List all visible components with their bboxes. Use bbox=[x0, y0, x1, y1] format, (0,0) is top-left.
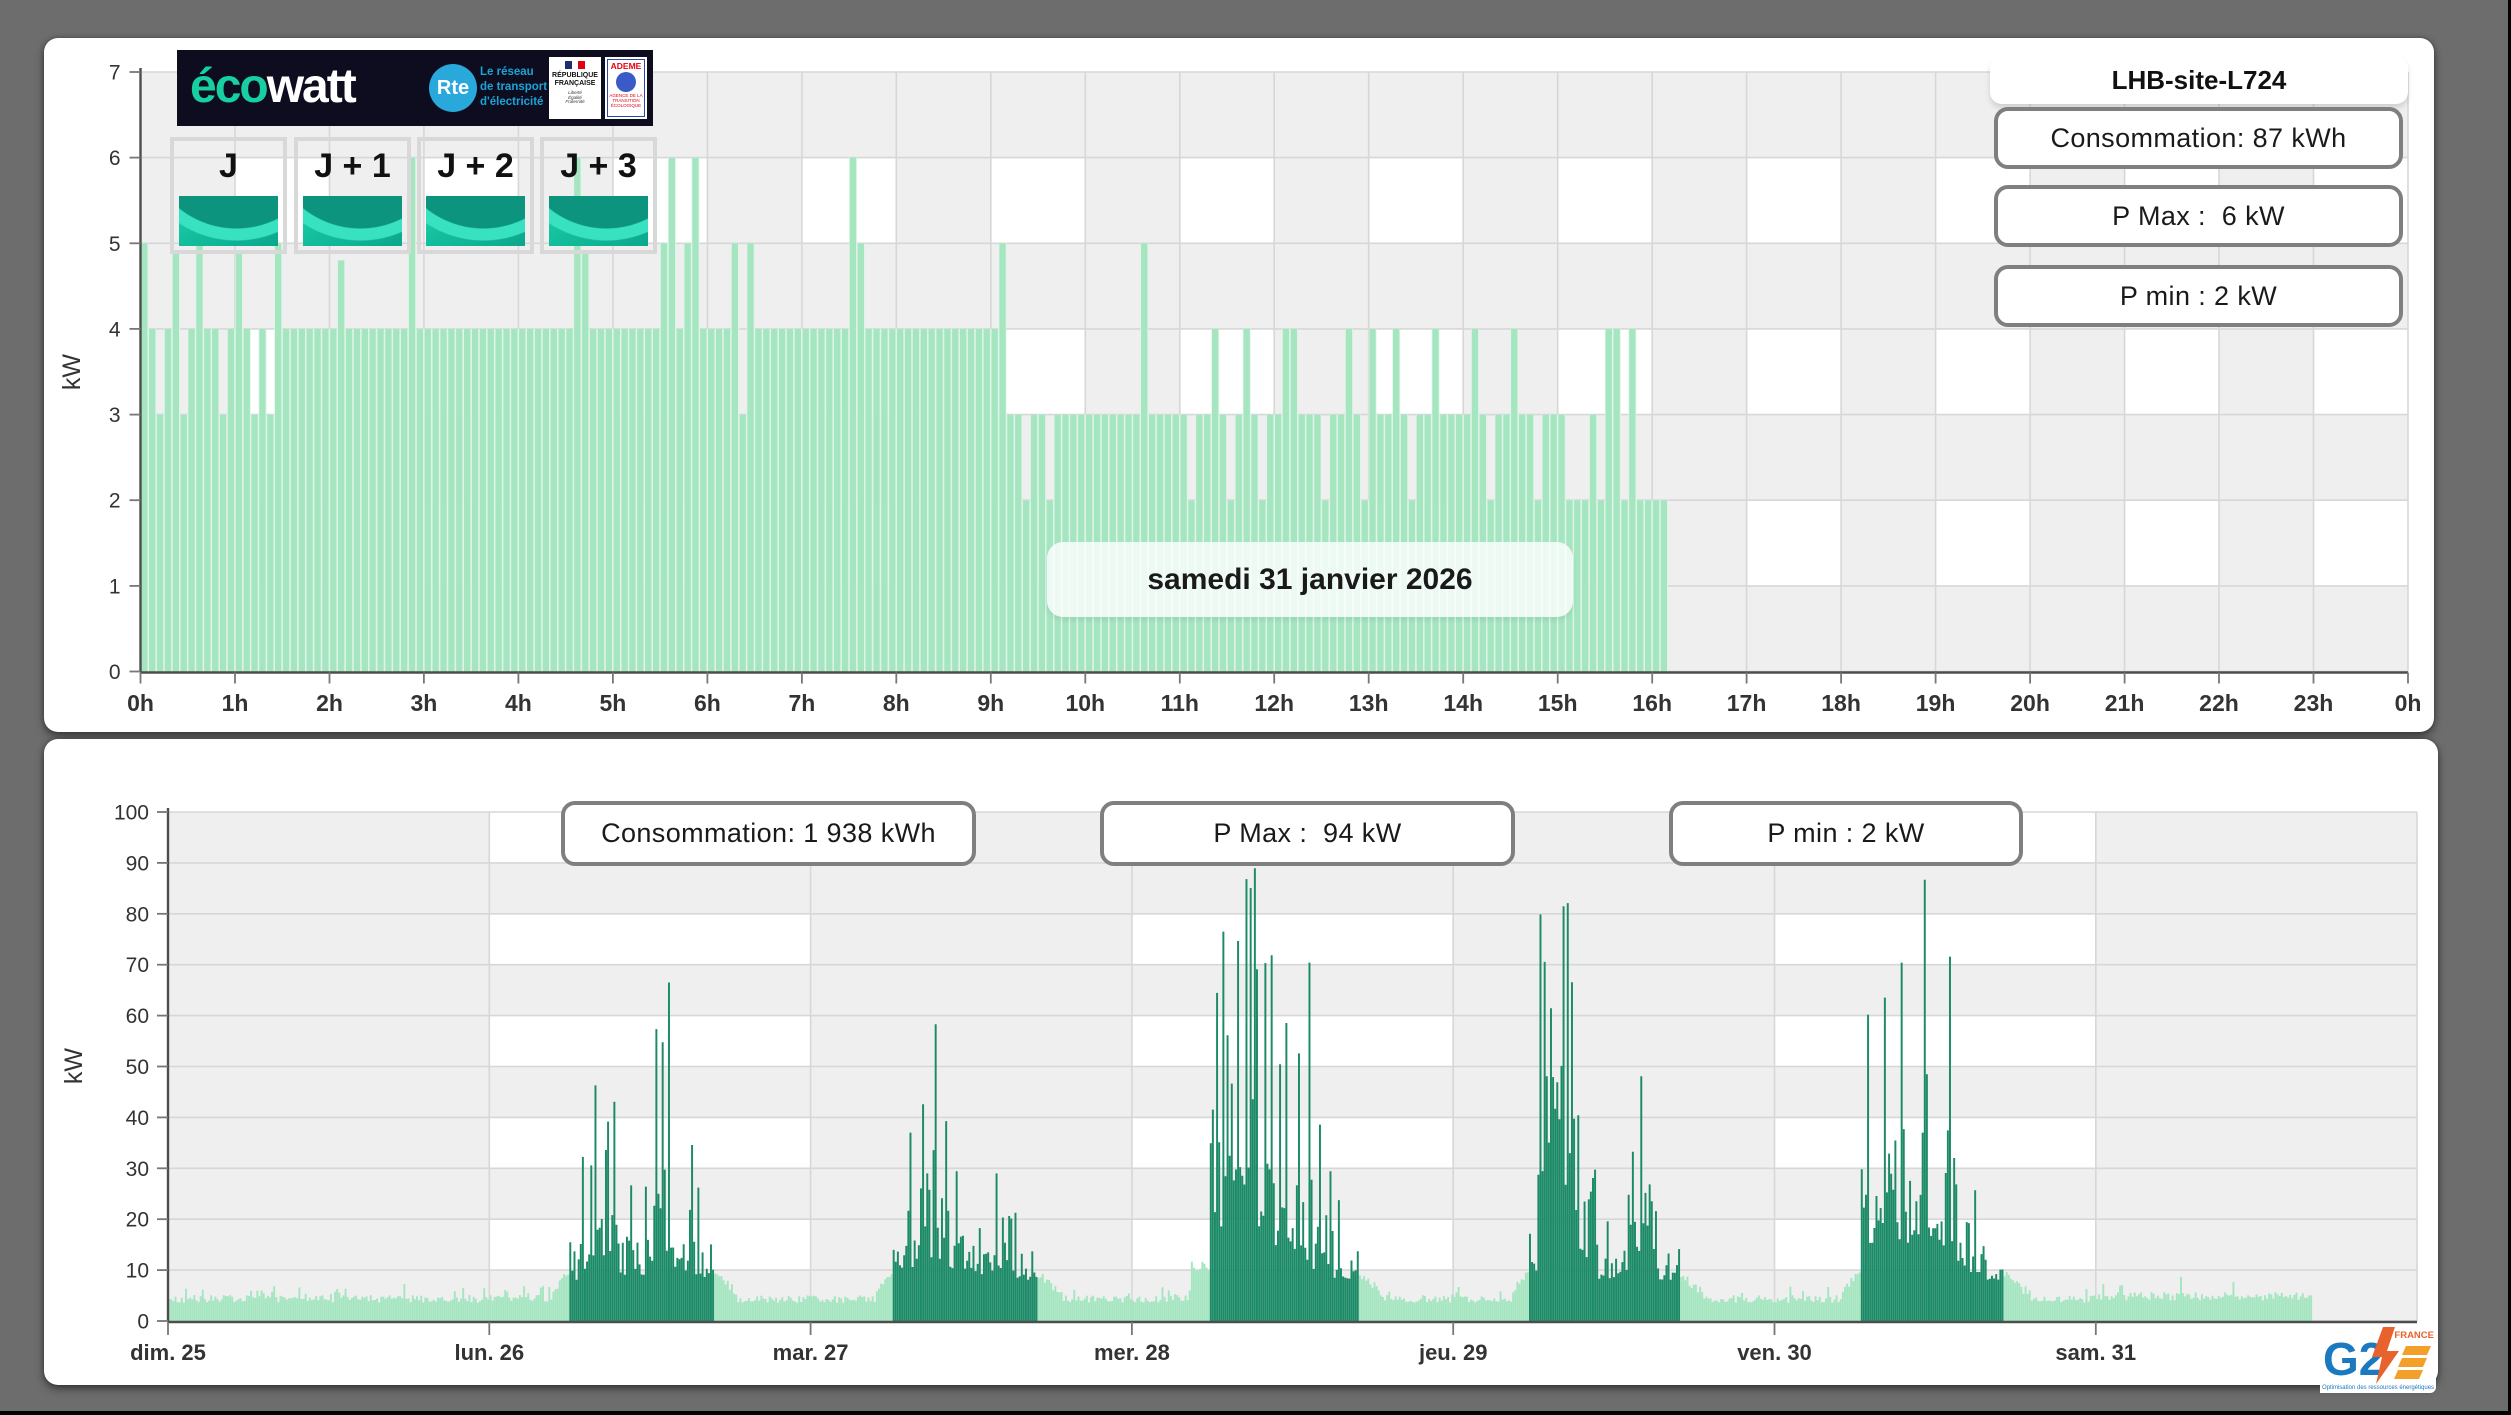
svg-text:100: 100 bbox=[114, 802, 149, 825]
svg-text:80: 80 bbox=[126, 903, 149, 926]
svg-text:0: 0 bbox=[137, 1311, 149, 1334]
svg-text:ven. 30: ven. 30 bbox=[1737, 1340, 1812, 1365]
svg-text:90: 90 bbox=[126, 852, 149, 875]
svg-text:mar. 27: mar. 27 bbox=[773, 1340, 849, 1365]
svg-text:lun. 26: lun. 26 bbox=[454, 1340, 524, 1365]
svg-text:60: 60 bbox=[126, 1005, 149, 1028]
svg-text:30: 30 bbox=[126, 1158, 149, 1181]
svg-text:Optimisation des ressources én: Optimisation des ressources énergétiques bbox=[2322, 1385, 2434, 1391]
svg-text:kW: kW bbox=[60, 1048, 88, 1085]
svg-text:FRANCE: FRANCE bbox=[2394, 1330, 2434, 1341]
svg-text:mer. 28: mer. 28 bbox=[1094, 1340, 1170, 1365]
svg-text:10: 10 bbox=[126, 1260, 149, 1283]
svg-text:20: 20 bbox=[126, 1209, 149, 1232]
svg-text:sam. 31: sam. 31 bbox=[2055, 1340, 2136, 1365]
svg-text:jeu. 29: jeu. 29 bbox=[1418, 1340, 1487, 1365]
svg-text:50: 50 bbox=[126, 1056, 149, 1079]
svg-text:40: 40 bbox=[126, 1107, 149, 1130]
svg-text:70: 70 bbox=[126, 954, 149, 977]
svg-text:dim. 25: dim. 25 bbox=[130, 1340, 206, 1365]
svg-text:G2: G2 bbox=[2323, 1333, 2384, 1385]
